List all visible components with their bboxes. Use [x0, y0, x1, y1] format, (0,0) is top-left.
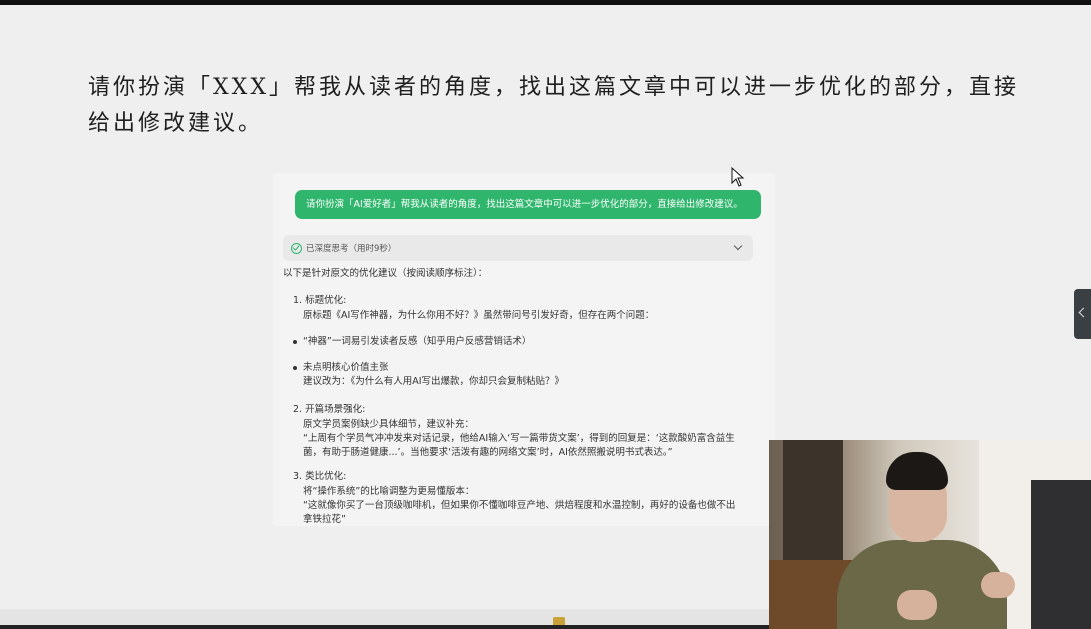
bullet-line: 未点明核心价值主张 — [303, 362, 389, 373]
webcam-shelf — [1031, 480, 1091, 629]
webcam-overlay — [769, 440, 1091, 629]
chevron-left-icon — [1078, 307, 1089, 318]
chat-screenshot-panel: 请你扮演「AI爱好者」帮我从读者的角度，找出这篇文章中可以进一步优化的部分，直接… — [273, 173, 775, 526]
section-line: 菌，有助于肠道健康...’。当他要求‘活泼有趣的网络文案’时，AI依然照搬说明书… — [303, 447, 673, 458]
bullet-line: “神器”一词易引发读者反感（知乎用户反感营销话术） — [303, 336, 532, 347]
section-line: “上周有个学员气冲冲发来对话记录，他给AI输入‘写一篇带货文案’，得到的回复是：… — [303, 433, 735, 444]
answer-intro: 以下是针对原文的优化建议（按阅读顺序标注）： — [283, 268, 488, 279]
section-title: 1. 标题优化: — [293, 295, 347, 306]
chevron-down-icon[interactable] — [733, 241, 743, 251]
section-line: 原标题《AI写作神器，为什么你用不好？》虽然带问号引发好奇，但存在两个问题： — [303, 310, 655, 321]
assistant-answer: 以下是针对原文的优化建议（按阅读顺序标注）： 1. 标题优化: 原标题《AI写作… — [283, 267, 763, 526]
bullet-item: “神器”一词易引发读者反感（知乎用户反感营销话术） — [293, 335, 763, 349]
webcam-person-hands — [897, 590, 937, 620]
side-panel-tab[interactable] — [1074, 289, 1091, 339]
bottom-bar — [0, 625, 769, 629]
slide-headline: 请你扮演「XXX」帮我从读者的角度，找出这篇文章中可以进一步优化的部分，直接给出… — [88, 75, 1019, 136]
answer-section-analogy: 3. 类比优化: 将“操作系统”的比喻调整为更易懂版本： “这就像你买了一台顶级… — [293, 470, 763, 526]
user-message-bubble: 请你扮演「AI爱好者」帮我从读者的角度，找出这篇文章中可以进一步优化的部分，直接… — [295, 190, 761, 219]
section-title: 2. 开篇场景强化: — [293, 404, 366, 415]
mouse-cursor-icon — [731, 167, 745, 187]
section-line: 原文学员案例缺少具体细节，建议补充： — [303, 419, 475, 430]
check-circle-icon — [291, 242, 302, 254]
answer-section-opening-scene: 2. 开篇场景强化: 原文学员案例缺少具体细节，建议补充： “上周有个学员气冲冲… — [293, 403, 763, 460]
section-line: 将“操作系统”的比喻调整为更易懂版本： — [303, 486, 475, 497]
answer-section-title-optimization: 1. 标题优化: 原标题《AI写作神器，为什么你用不好？》虽然带问号引发好奇，但… — [293, 294, 763, 389]
webcam-person-hand — [981, 572, 1015, 598]
webcam-person-hair — [886, 452, 948, 490]
top-bar — [0, 0, 1091, 5]
section-line: “这就像你买了一台顶级咖啡机，但如果你不懂咖啡豆产地、烘焙程度和水温控制，再好的… — [303, 500, 736, 511]
section-title: 3. 类比优化: — [293, 471, 347, 482]
thinking-status-label: 已深度思考（用时9秒） — [306, 244, 397, 254]
bullet-line: 建议改为：《为什么有人用AI写出爆款，你却只会复制粘贴？》 — [303, 376, 565, 387]
thinking-status-toggle[interactable]: 已深度思考（用时9秒） — [283, 235, 753, 261]
bullet-item: 未点明核心价值主张 建议改为：《为什么有人用AI写出爆款，你却只会复制粘贴？》 — [293, 361, 763, 389]
section-line: 拿铁拉花” — [303, 514, 346, 525]
